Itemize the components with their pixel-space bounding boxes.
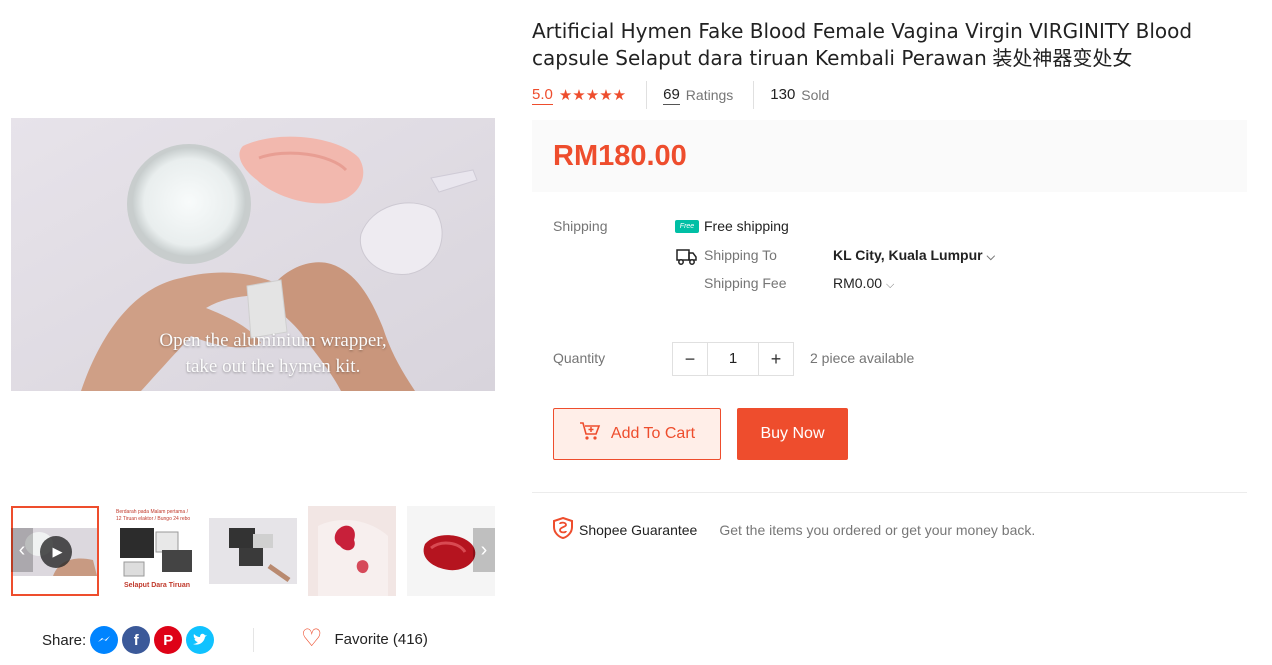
- twitter-icon[interactable]: [186, 626, 215, 654]
- add-to-cart-label: Add To Cart: [610, 425, 696, 442]
- favorite-button[interactable]: ♡ Favorite (416): [301, 627, 428, 651]
- main-product-video[interactable]: Open the aluminium wrapper, take out the…: [11, 118, 495, 391]
- product-title-cjk: 装处神器变处女: [992, 46, 1133, 70]
- truck-icon: [676, 247, 698, 272]
- guarantee-text: Get the items you ordered or get your mo…: [719, 522, 1036, 538]
- buy-now-button[interactable]: Buy Now: [737, 408, 848, 460]
- product-price: RM180.00: [553, 140, 687, 172]
- thumbnail-2-label: Selaput Dara Tiruan: [124, 582, 191, 589]
- ratings-label: Ratings: [685, 87, 734, 103]
- rating-value[interactable]: 5.0: [532, 86, 553, 105]
- favorite-label: Favorite (416): [334, 630, 428, 648]
- thumbnail-3[interactable]: [209, 506, 297, 596]
- price-section: RM180.00: [532, 120, 1247, 192]
- add-to-cart-button[interactable]: Add To Cart: [553, 408, 721, 460]
- quantity-stepper: − 1 +: [672, 342, 794, 376]
- rating-divider: [646, 81, 648, 109]
- free-shipping-truck-icon: Free: [675, 220, 699, 233]
- guarantee-title: Shopee Guarantee: [579, 522, 698, 538]
- rating-row: 5.0 ★★★★★ 69 Ratings 130 Sold: [532, 81, 830, 109]
- quantity-input[interactable]: 1: [707, 343, 759, 375]
- ratings-count[interactable]: 69: [663, 86, 680, 105]
- shipping-to-select[interactable]: KL City, Kuala Lumpur ⌵: [833, 247, 995, 264]
- video-caption: Open the aluminium wrapper, take out the…: [11, 328, 495, 380]
- shipping-fee-label: Shipping Fee: [704, 275, 787, 291]
- caption-line-1: Open the aluminium wrapper,: [159, 330, 387, 351]
- messenger-icon[interactable]: [90, 626, 119, 654]
- shipping-fee-value: RM0.00: [833, 275, 883, 291]
- thumbnail-prev-button[interactable]: ‹: [11, 528, 33, 572]
- facebook-icon[interactable]: f: [122, 626, 151, 654]
- thumbnail-2[interactable]: Berdarah pada Malam pertama / 12 Tiruan …: [110, 506, 198, 596]
- cart-icon: [579, 421, 601, 447]
- chevron-down-icon: ⌵: [986, 251, 995, 263]
- quantity-decrease-button[interactable]: −: [673, 343, 707, 375]
- shield-icon: [553, 516, 573, 544]
- shipping-to-value: KL City, Kuala Lumpur: [833, 247, 983, 263]
- thumbnail-strip: ▶ Berdarah pada Malam pertama / 12 Tirua…: [11, 506, 495, 596]
- caption-line-2: take out the hymen kit.: [185, 356, 361, 377]
- thumbnail-next-button[interactable]: ›: [473, 528, 495, 572]
- quantity-increase-button[interactable]: +: [759, 343, 793, 375]
- chevron-down-icon: ⌵: [886, 279, 895, 291]
- sold-label: Sold: [801, 87, 830, 103]
- thumbnail-2-text: Berdarah pada Malam pertama / 12 Tiruan …: [116, 509, 191, 522]
- section-divider: [532, 492, 1247, 493]
- stock-available: 2 piece available: [810, 350, 915, 366]
- thumbnail-4[interactable]: [308, 506, 396, 596]
- share-divider: [253, 628, 254, 652]
- shopee-guarantee[interactable]: Shopee Guarantee Get the items you order…: [553, 516, 1036, 544]
- rating-stars-icon: ★★★★★: [558, 87, 627, 104]
- product-title: Artificial Hymen Fake Blood Female Vagin…: [532, 18, 1232, 72]
- sold-divider: [753, 81, 755, 109]
- free-shipping-text: Free shipping: [704, 218, 789, 234]
- shipping-to-label: Shipping To: [704, 247, 777, 263]
- share-row: Share: f P: [42, 626, 218, 654]
- shipping-label: Shipping: [553, 218, 608, 234]
- quantity-label: Quantity: [553, 350, 606, 366]
- play-icon[interactable]: ▶: [40, 536, 72, 568]
- pinterest-icon[interactable]: P: [154, 626, 183, 654]
- shipping-fee-select[interactable]: RM0.00 ⌵: [833, 275, 894, 292]
- share-label: Share:: [42, 631, 87, 649]
- heart-icon: ♡: [301, 625, 323, 652]
- sold-count: 130: [770, 86, 796, 103]
